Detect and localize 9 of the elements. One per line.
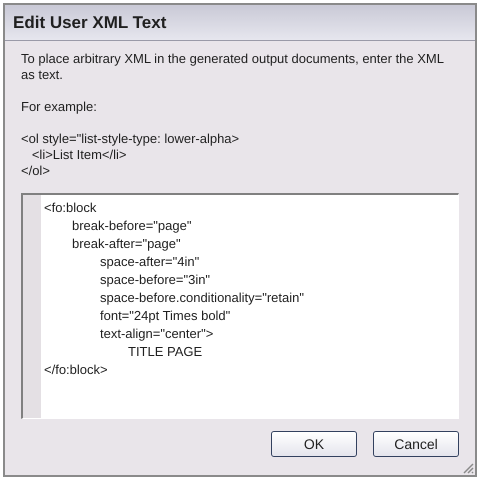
editor-text[interactable]: <fo:block break-before="page" break-after="page" space-after="4in" space-before="3in" space-before.conditionality="retain" font="24pt Times bold" text-align="center"> TITLE PAGE </fo:block> <box>41 195 304 418</box>
resize-grip-icon[interactable] <box>462 462 474 474</box>
dialog-button[interactable]: Cancel <box>373 431 459 457</box>
xml-editor[interactable]: <fo:block break-before="page" break-after="page" space-after="4in" space-before="3in" space-before.conditionality="retain" font="24pt Times bold" text-align="center"> TITLE PAGE </fo:block> <box>21 193 459 419</box>
example-text: <ol style="list-style-type: lower-alpha> <li>List Item</li> </ol> <box>21 131 240 179</box>
dialog-button[interactable]: OK <box>271 431 357 457</box>
instructions-text: To place arbitrary XML in the generated output documents, enter the XML as text. <box>21 51 444 83</box>
window-title: Edit User XML Text <box>13 12 166 34</box>
example-label: For example: <box>21 99 98 115</box>
